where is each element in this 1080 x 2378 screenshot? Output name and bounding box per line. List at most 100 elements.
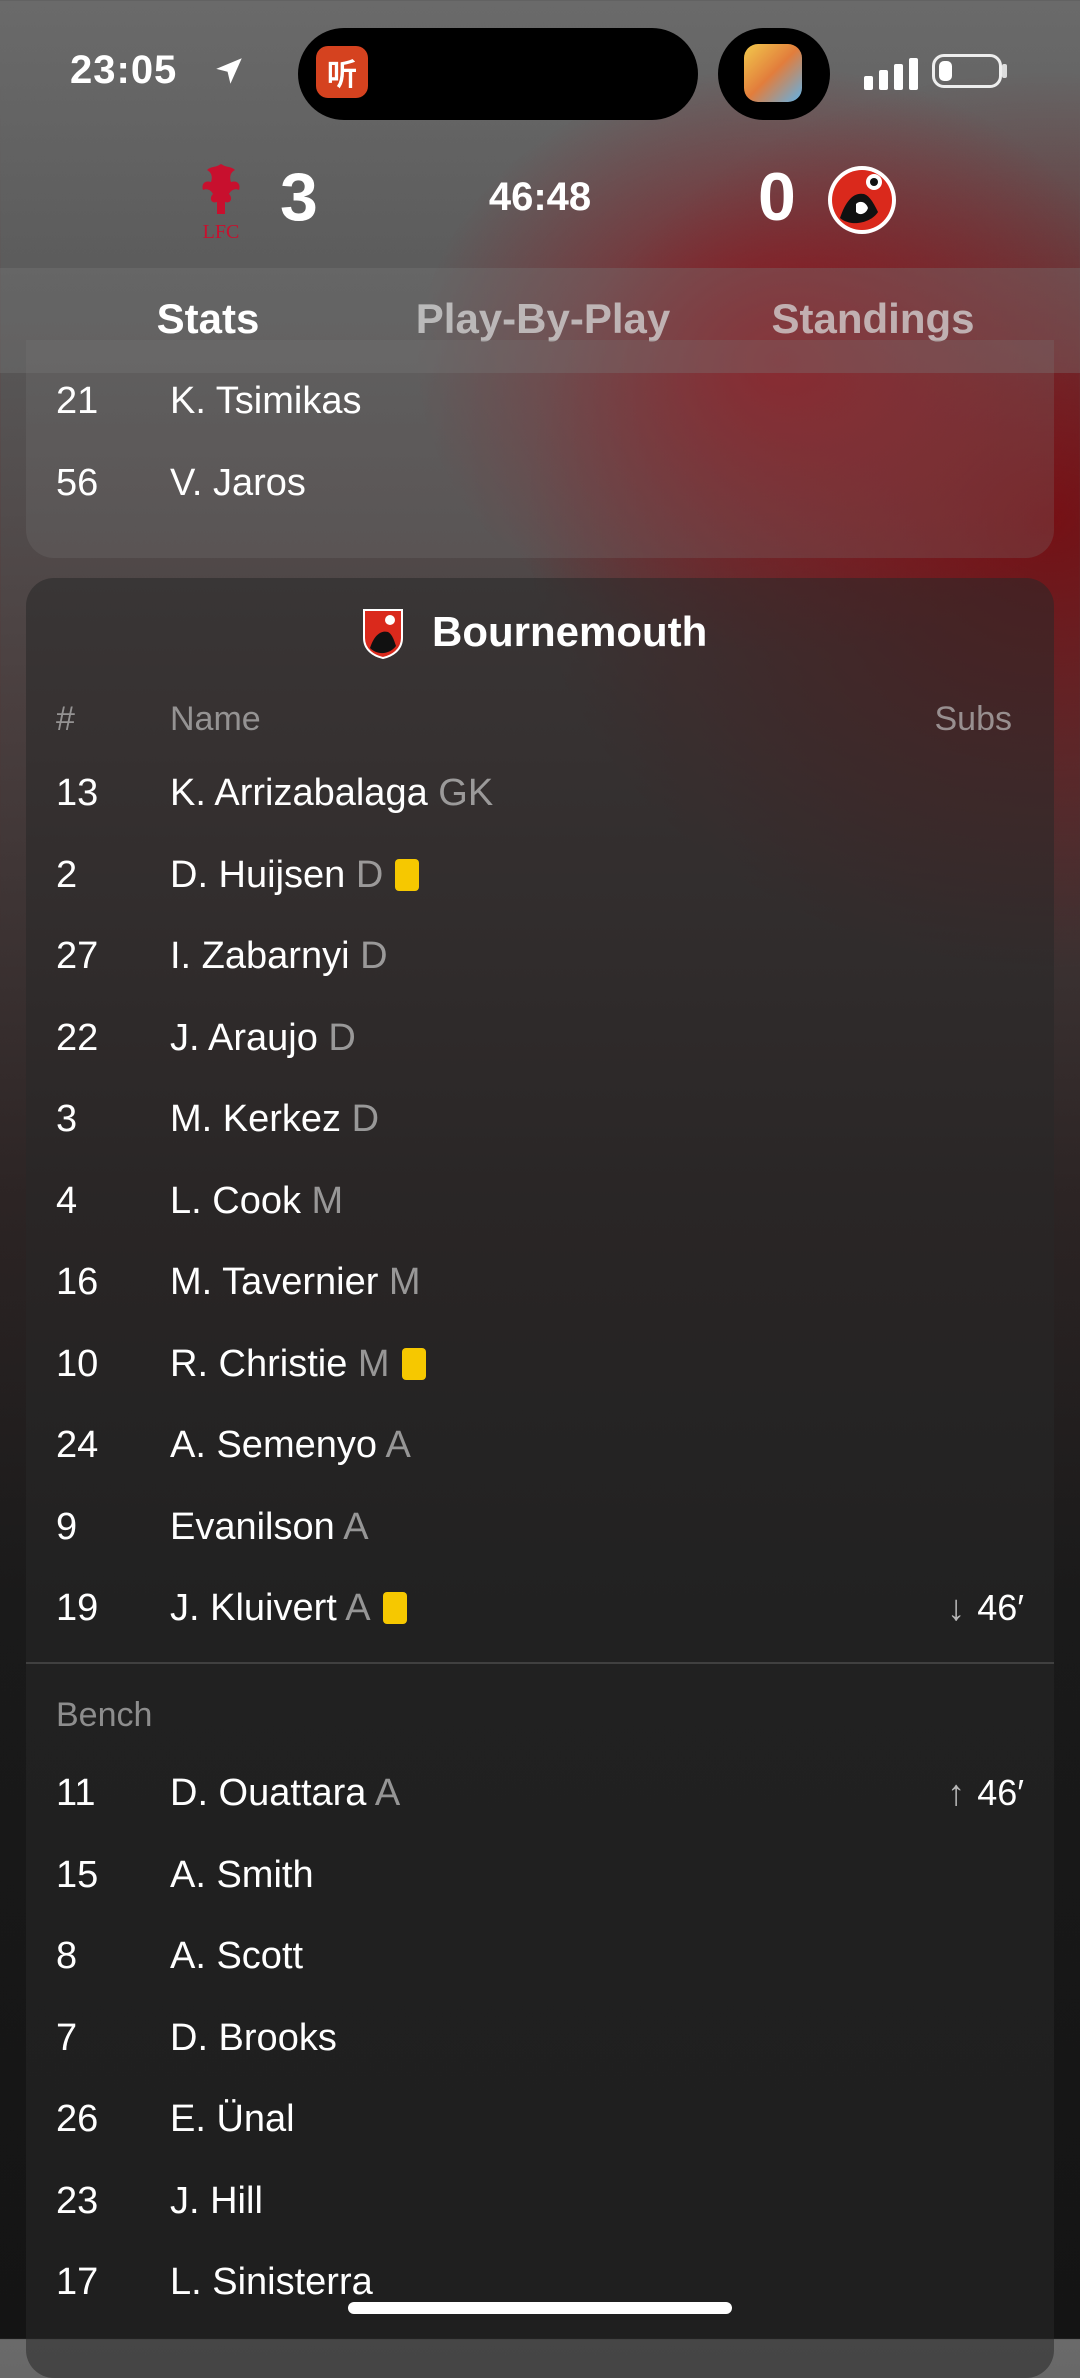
player-name: J. Kluivert	[170, 1587, 337, 1629]
player-name: D. Ouattara	[170, 1772, 367, 1814]
player-position: GK	[427, 772, 494, 814]
arrow-down-icon: ↓	[947, 1587, 966, 1628]
tab-stats[interactable]: Stats	[98, 295, 318, 343]
player-position: M	[300, 1180, 344, 1222]
player-row[interactable]: J. Kluivert A	[170, 1587, 407, 1630]
player-row[interactable]: D. Huijsen D	[170, 854, 420, 897]
player-number: 7	[56, 2017, 78, 2059]
status-time: 23:05	[70, 48, 178, 92]
battery-icon	[932, 54, 1002, 88]
bench-label: Bench	[56, 1696, 153, 1734]
player-row[interactable]: D. Ouattara A	[170, 1772, 400, 1815]
player-name: A. Semenyo	[170, 1424, 377, 1466]
player-row[interactable]: R. Christie M	[170, 1343, 426, 1386]
player-number: 3	[56, 1098, 78, 1140]
yellow-card-icon	[395, 859, 420, 891]
column-header-name: Name	[170, 700, 261, 738]
player-number: 11	[56, 1772, 96, 1814]
player-name: L. Sinisterra	[170, 2261, 373, 2303]
player-number: 22	[56, 1017, 99, 1059]
player-name: D. Huijsen	[170, 854, 346, 896]
player-name: I. Zabarnyi	[170, 935, 350, 977]
team-name: Bournemouth	[432, 608, 708, 655]
player-name: A. Smith	[170, 1854, 314, 1896]
player-number: 23	[56, 2180, 99, 2222]
player-name: J. Araujo	[170, 1017, 318, 1059]
liverpool-crest-icon: LFC	[202, 164, 240, 243]
player-position: D	[317, 1017, 356, 1059]
island-app-icon[interactable]: 听	[316, 46, 368, 98]
player-name: R. Christie	[170, 1343, 348, 1385]
player-position: A	[336, 1587, 371, 1629]
player-position: D	[341, 1098, 380, 1140]
player-position: M	[378, 1261, 421, 1303]
column-header-number: #	[56, 700, 75, 738]
yellow-card-icon	[382, 1592, 407, 1624]
home-score: 3	[280, 159, 318, 235]
player-number: 13	[56, 772, 99, 814]
bench-divider	[26, 1662, 1054, 1664]
player-name[interactable]: V. Jaros	[170, 462, 306, 505]
match-clock: 46:48	[488, 175, 592, 219]
player-name[interactable]: K. Tsimikas	[170, 380, 361, 423]
substitution-minute: 46′	[977, 1772, 1024, 1813]
player-number: 9	[56, 1506, 78, 1548]
player-row[interactable]: D. Brooks	[170, 2017, 337, 2060]
player-row[interactable]: J. Araujo D	[170, 1017, 356, 1060]
liverpool-lineup-card	[26, 340, 1054, 558]
substitution-info: ↓ 46′	[947, 1587, 1024, 1629]
player-number: 21	[56, 380, 99, 422]
player-number: 10	[56, 1343, 99, 1385]
player-name: D. Brooks	[170, 2017, 337, 2059]
arrow-up-icon: ↑	[947, 1772, 966, 1813]
cellular-signal-icon	[864, 58, 918, 90]
away-score: 0	[758, 159, 796, 235]
player-number: 19	[56, 1587, 99, 1629]
home-indicator[interactable]	[348, 2302, 732, 2314]
player-name: K. Arrizabalaga	[170, 772, 428, 814]
game-app-icon[interactable]	[744, 44, 802, 102]
player-position: D	[349, 935, 388, 977]
player-number: 16	[56, 1261, 99, 1303]
player-number: 56	[56, 462, 99, 504]
player-number: 24	[56, 1424, 99, 1466]
player-number: 15	[56, 1854, 99, 1896]
player-row[interactable]: L. Cook M	[170, 1180, 343, 1223]
substitution-info: ↑ 46′	[947, 1772, 1024, 1814]
player-position: A	[366, 1772, 401, 1814]
player-position: M	[347, 1343, 390, 1385]
player-position: A	[377, 1424, 411, 1466]
tab-standings[interactable]: Standings	[748, 295, 998, 343]
player-name: E. Ünal	[170, 2098, 295, 2140]
player-name: A. Scott	[170, 1935, 304, 1977]
player-row[interactable]: K. Arrizabalaga GK	[170, 772, 493, 815]
player-row[interactable]: A. Smith	[170, 1854, 314, 1897]
player-row[interactable]: J. Hill	[170, 2180, 263, 2223]
player-position: D	[345, 854, 384, 896]
player-name: M. Tavernier	[170, 1261, 379, 1303]
player-name: Evanilson	[170, 1506, 335, 1548]
bournemouth-crest-icon	[363, 609, 403, 660]
bournemouth-crest-icon	[828, 166, 896, 234]
player-name: L. Cook	[170, 1180, 301, 1222]
player-number: 2	[56, 854, 78, 896]
player-number: 27	[56, 935, 99, 977]
player-row[interactable]: A. Semenyo A	[170, 1424, 411, 1467]
player-position: A	[334, 1506, 369, 1548]
player-number: 8	[56, 1935, 78, 1977]
player-name: J. Hill	[170, 2180, 263, 2222]
column-header-subs: Subs	[934, 700, 1013, 738]
tab-play-by-play[interactable]: Play-By-Play	[378, 295, 708, 343]
player-number: 17	[56, 2261, 99, 2303]
player-number: 4	[56, 1180, 78, 1222]
player-row[interactable]: M. Tavernier M	[170, 1261, 421, 1304]
player-row[interactable]: Evanilson A	[170, 1506, 369, 1549]
player-row[interactable]: A. Scott	[170, 1935, 303, 1978]
location-arrow-icon	[216, 58, 242, 84]
player-row[interactable]: I. Zabarnyi D	[170, 935, 388, 978]
player-row[interactable]: M. Kerkez D	[170, 1098, 379, 1141]
player-row[interactable]: L. Sinisterra	[170, 2261, 373, 2304]
player-number: 26	[56, 2098, 99, 2140]
battery-cap	[1002, 64, 1007, 78]
player-row[interactable]: E. Ünal	[170, 2098, 295, 2141]
